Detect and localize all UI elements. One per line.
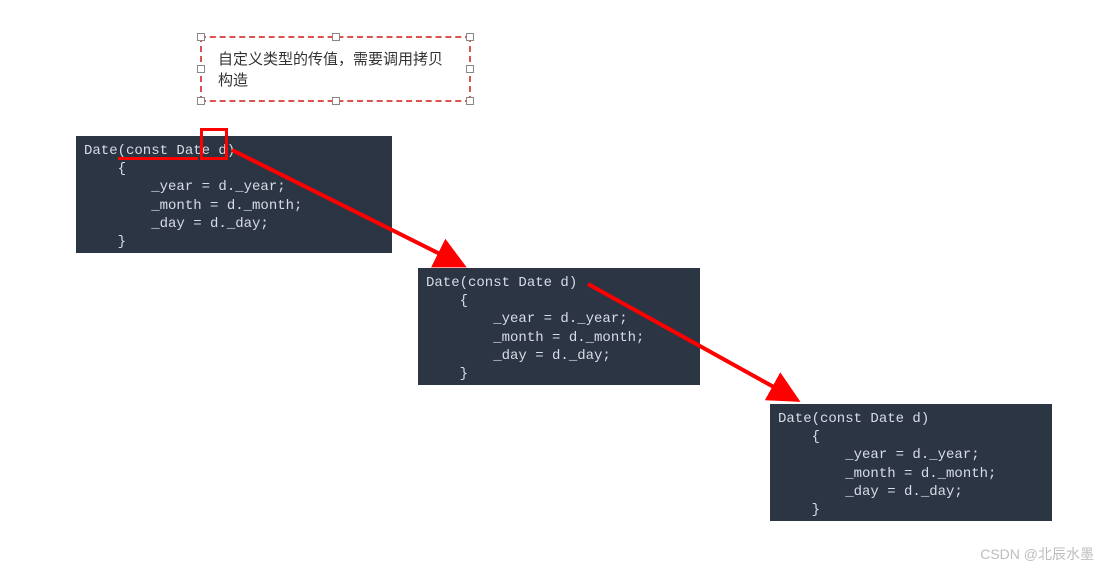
handle-icon[interactable]	[197, 33, 205, 41]
handle-icon[interactable]	[197, 97, 205, 105]
code-block-a: Date(const Date d) { _year = d._year; _m…	[76, 136, 392, 253]
handle-icon[interactable]	[332, 33, 340, 41]
code-block-c: Date(const Date d) { _year = d._year; _m…	[770, 404, 1052, 521]
underline-annotation	[118, 157, 198, 160]
callout-text: 自定义类型的传值，需要调用拷贝构造	[218, 51, 443, 89]
handle-icon[interactable]	[466, 65, 474, 73]
highlight-box	[200, 128, 228, 160]
handle-icon[interactable]	[466, 97, 474, 105]
watermark-text: CSDN @北辰水墨	[980, 546, 1094, 562]
callout-box[interactable]: 自定义类型的传值，需要调用拷贝构造	[200, 36, 471, 102]
handle-icon[interactable]	[466, 33, 474, 41]
handle-icon[interactable]	[197, 65, 205, 73]
code-block-b: Date(const Date d) { _year = d._year; _m…	[418, 268, 700, 385]
handle-icon[interactable]	[332, 97, 340, 105]
watermark: CSDN @北辰水墨	[980, 544, 1094, 564]
